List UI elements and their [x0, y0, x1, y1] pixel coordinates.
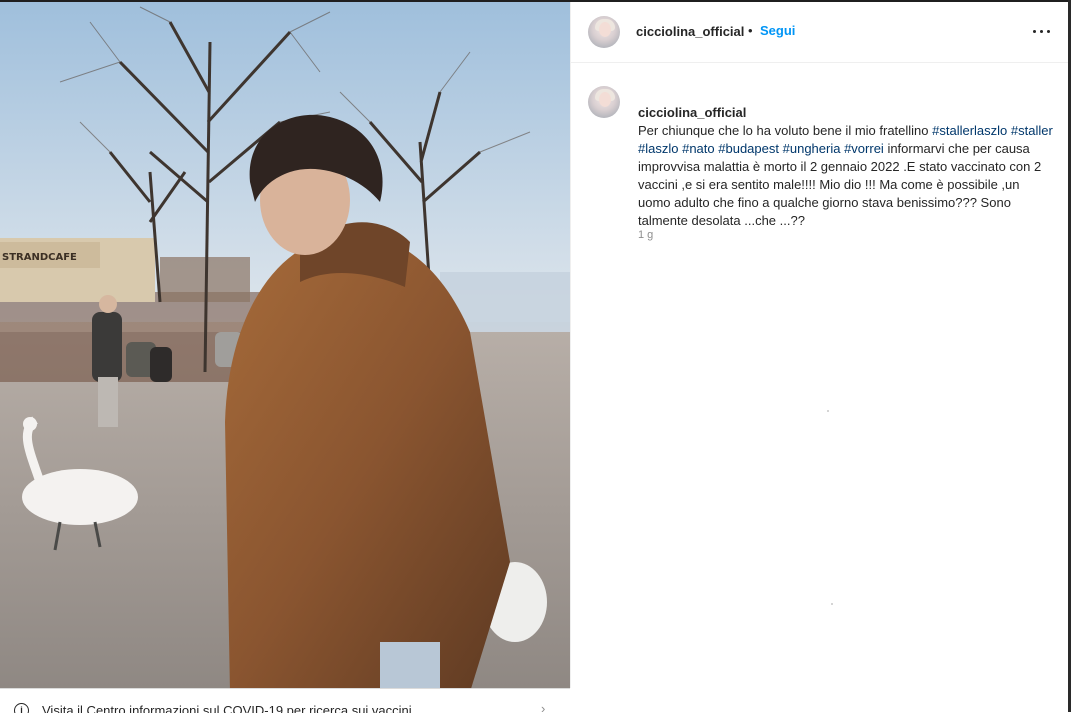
hashtag-link[interactable]: #laszlo [638, 141, 678, 156]
speck [827, 410, 829, 412]
avatar-face [599, 22, 611, 37]
separator-dot: • [748, 23, 753, 38]
hashtag-link[interactable]: #stallerlaszlo [932, 123, 1007, 138]
follow-button[interactable]: Segui [760, 23, 795, 38]
chevron-right-icon: › [541, 701, 546, 713]
caption-avatar[interactable] [588, 86, 620, 118]
avatar[interactable] [588, 16, 620, 48]
username-link[interactable]: cicciolina_official [636, 24, 744, 39]
post-timestamp[interactable]: 1 g [638, 229, 653, 241]
hashtag-link[interactable]: #staller [1011, 123, 1053, 138]
hashtag-link[interactable]: #vorrei [844, 141, 884, 156]
hashtag-link[interactable]: #nato [682, 141, 715, 156]
caption-text-segment: Per chiunque che lo ha voluto bene il mi… [638, 123, 933, 138]
avatar-face [599, 92, 611, 107]
covid-info-banner[interactable]: i Visita il Centro informazioni sul COVI… [0, 688, 570, 713]
photo-scene: STRANDCAFE [0, 2, 570, 688]
more-options-icon[interactable] [1032, 24, 1052, 38]
hashtag-link[interactable]: #ungheria [783, 141, 841, 156]
caption-text: cicciolina_official Per chiunque che lo … [638, 86, 1054, 230]
post-header: cicciolina_official • Segui [571, 2, 1069, 63]
caption-author-link[interactable]: cicciolina_official [638, 105, 746, 120]
speck [831, 603, 833, 605]
post-sidebar: cicciolina_official • Segui cicciolina_o… [570, 2, 1069, 688]
strandcafe-sign: STRANDCAFE [2, 252, 77, 263]
hashtag-link[interactable]: #budapest [718, 141, 779, 156]
post-photo[interactable]: STRANDCAFE [0, 2, 570, 688]
